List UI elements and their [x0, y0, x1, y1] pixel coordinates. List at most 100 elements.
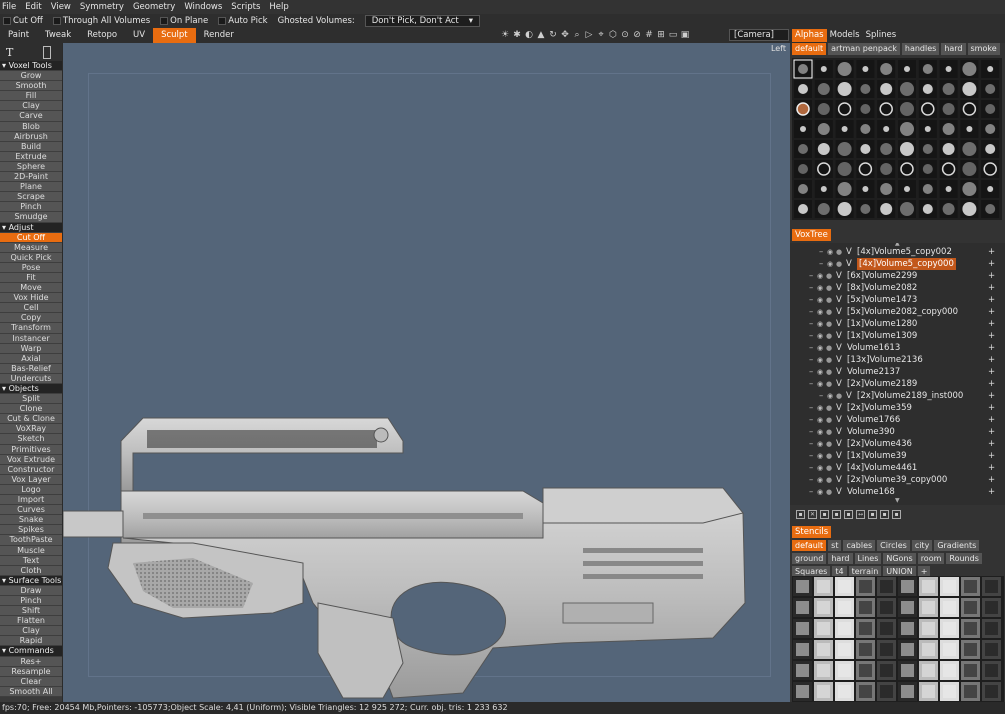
stencil-tile[interactable]	[940, 661, 959, 680]
ghosted-volumes-dropdown[interactable]: Don't Pick, Don't Act ▾	[364, 15, 481, 27]
alpha-tile[interactable]	[918, 180, 937, 198]
voxel-mode-icon[interactable]: V	[846, 258, 852, 270]
menu-view[interactable]: View	[51, 0, 71, 14]
voxtree-row[interactable]: – ◉ ● V Volume1613 +	[790, 342, 1005, 354]
alpha-tile[interactable]	[939, 120, 958, 138]
visibility-eye-icon[interactable]: ◉	[827, 246, 833, 258]
stencil-tile[interactable]	[814, 640, 833, 659]
alpha-tab-smoke[interactable]: smoke	[967, 43, 1000, 55]
stencil-tile[interactable]	[835, 661, 854, 680]
alpha-tile[interactable]	[918, 120, 937, 138]
voxel-mode-icon[interactable]: V	[836, 378, 842, 390]
add-child-icon[interactable]: +	[988, 354, 995, 366]
voxel-mode-icon[interactable]: V	[836, 474, 842, 486]
stencil-tile[interactable]	[814, 661, 833, 680]
tab-paint[interactable]: Paint	[0, 28, 37, 43]
add-child-icon[interactable]: +	[988, 462, 995, 474]
add-child-icon[interactable]: +	[988, 390, 995, 402]
alpha-tile[interactable]	[814, 200, 833, 218]
tool-grow[interactable]: Grow	[0, 71, 62, 82]
stencil-tile[interactable]	[814, 577, 833, 596]
voxel-mode-icon[interactable]: V	[836, 450, 842, 462]
stencil-tile[interactable]	[919, 598, 938, 617]
tool-flatten[interactable]: Flatten	[0, 616, 62, 627]
alpha-tile[interactable]	[856, 60, 875, 78]
alpha-tile[interactable]	[918, 60, 937, 78]
split-icon[interactable]: ▪	[868, 510, 877, 519]
add-child-icon[interactable]: +	[988, 438, 995, 450]
stencil-tile[interactable]	[961, 640, 980, 659]
alpha-tile[interactable]	[939, 100, 958, 118]
stencil-tile[interactable]	[835, 619, 854, 638]
visibility-eye-icon[interactable]: ◉	[817, 294, 823, 306]
tool-cell[interactable]: Cell	[0, 303, 62, 314]
voxel-mode-icon[interactable]: V	[836, 318, 842, 330]
grid-icon[interactable]: #	[644, 29, 654, 41]
stencil-tile[interactable]	[856, 682, 875, 701]
auto-pick-option[interactable]: Auto Pick	[218, 16, 268, 26]
voxtree-row[interactable]: – ◉ ● V [2x]Volume2189_inst000 +	[790, 390, 1005, 402]
voxel-mode-icon[interactable]: V	[846, 246, 852, 258]
alpha-tile[interactable]	[960, 180, 979, 198]
tool-pinch[interactable]: Pinch	[0, 202, 62, 213]
add-child-icon[interactable]: +	[988, 450, 995, 462]
tool-transform[interactable]: Transform	[0, 323, 62, 334]
voxel-mode-icon[interactable]: V	[836, 366, 842, 378]
alpha-tile[interactable]	[835, 80, 854, 98]
alpha-tile[interactable]	[856, 120, 875, 138]
tool-move[interactable]: Move	[0, 283, 62, 294]
add-child-icon[interactable]: +	[988, 270, 995, 282]
alpha-tile[interactable]	[877, 60, 896, 78]
alpha-tile[interactable]	[835, 160, 854, 178]
stencil-tile[interactable]	[961, 598, 980, 617]
tool-blob[interactable]: Blob	[0, 121, 62, 132]
tab-alphas[interactable]: Alphas	[792, 29, 827, 42]
stencil-tab-default[interactable]: default	[792, 540, 827, 551]
voxel-mode-icon[interactable]: V	[836, 462, 842, 474]
stencil-tab-ground[interactable]: ground	[792, 553, 827, 564]
add-child-icon[interactable]: +	[988, 414, 995, 426]
cut-off-option[interactable]: Cut Off	[3, 16, 43, 26]
settings-icon[interactable]: ▪	[892, 510, 901, 519]
stencil-tile[interactable]	[877, 598, 896, 617]
tool-warp[interactable]: Warp	[0, 343, 62, 354]
stencil-tile[interactable]	[961, 682, 980, 701]
visibility-eye-icon[interactable]: ◉	[817, 402, 823, 414]
stencil-tile[interactable]	[898, 577, 917, 596]
ghost-dot-icon[interactable]: ●	[826, 378, 832, 390]
auto-pick-checkbox[interactable]	[218, 17, 227, 25]
alpha-tile[interactable]	[898, 160, 916, 178]
fit-icon[interactable]: ⌖	[596, 29, 606, 41]
add-child-icon[interactable]: +	[988, 426, 995, 438]
stencil-tile[interactable]	[877, 682, 896, 701]
stencil-tile[interactable]	[961, 661, 980, 680]
alpha-tile[interactable]	[939, 140, 958, 158]
save-icon[interactable]: ▪	[832, 510, 841, 519]
wire-icon[interactable]: ⊙	[620, 29, 630, 41]
alpha-tile[interactable]	[981, 60, 1000, 78]
stencil-tile[interactable]	[898, 640, 917, 659]
alpha-tile[interactable]	[835, 140, 854, 158]
tool-undercuts[interactable]: Undercuts	[0, 373, 62, 384]
menu-edit[interactable]: Edit	[25, 0, 41, 14]
alpha-tile[interactable]	[856, 160, 875, 178]
add-child-icon[interactable]: +	[988, 402, 995, 414]
alpha-tile[interactable]	[856, 200, 875, 218]
stencil-tile[interactable]	[982, 598, 1001, 617]
camera-dropdown[interactable]: [Camera]	[729, 29, 789, 41]
tool-spikes[interactable]: Spikes	[0, 525, 62, 536]
ghost-dot-icon[interactable]: ●	[836, 246, 842, 258]
zoom-icon[interactable]: ⌕	[572, 29, 582, 41]
alpha-tile[interactable]	[877, 140, 896, 158]
tool-toothpaste[interactable]: ToothPaste	[0, 535, 62, 546]
ghost-dot-icon[interactable]: ●	[826, 282, 832, 294]
tool-vox-extrude[interactable]: Vox Extrude	[0, 454, 62, 465]
stencil-tile[interactable]	[814, 598, 833, 617]
alpha-tile[interactable]	[835, 180, 854, 198]
alpha-tile[interactable]	[794, 120, 812, 138]
stencil-tile[interactable]	[856, 598, 875, 617]
alpha-tile[interactable]	[981, 100, 1000, 118]
alpha-tile[interactable]	[856, 80, 875, 98]
alpha-tile[interactable]	[981, 180, 1000, 198]
stencil-tile[interactable]	[982, 661, 1001, 680]
